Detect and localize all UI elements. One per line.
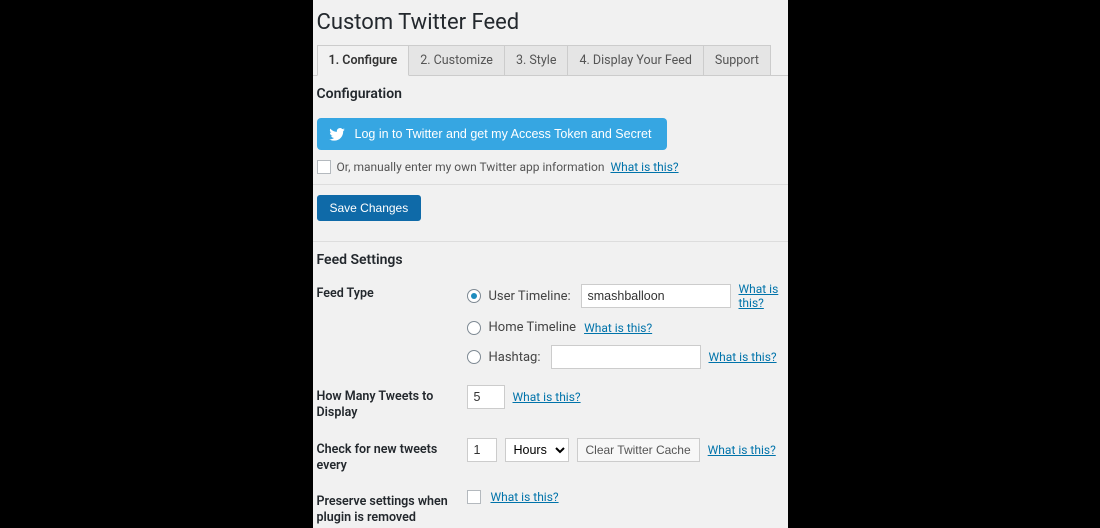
twitter-login-button[interactable]: Log in to Twitter and get my Access Toke… <box>317 118 668 150</box>
twitter-icon <box>329 128 345 141</box>
hashtag-help-link[interactable]: What is this? <box>709 350 777 364</box>
tab-display-feed[interactable]: 4. Display Your Feed <box>567 45 703 75</box>
preserve-settings-label: Preserve settings when plugin is removed <box>317 490 467 527</box>
feed-type-label: Feed Type <box>317 282 467 302</box>
preserve-settings-checkbox[interactable] <box>467 490 481 504</box>
check-interval-label: Check for new tweets every <box>317 438 467 475</box>
tab-bar: 1. Configure 2. Customize 3. Style 4. Di… <box>313 45 788 76</box>
tab-support[interactable]: Support <box>703 45 771 75</box>
check-interval-help-link[interactable]: What is this? <box>708 443 776 457</box>
twitter-login-label: Log in to Twitter and get my Access Toke… <box>355 127 652 141</box>
tab-style[interactable]: 3. Style <box>504 45 569 75</box>
tab-configure[interactable]: 1. Configure <box>317 45 410 76</box>
tab-customize[interactable]: 2. Customize <box>408 45 505 75</box>
preserve-settings-help-link[interactable]: What is this? <box>491 490 559 504</box>
configuration-heading: Configuration <box>313 76 788 108</box>
manual-entry-help-link[interactable]: What is this? <box>610 160 678 174</box>
user-timeline-help-link[interactable]: What is this? <box>739 282 788 310</box>
feed-type-user-timeline-radio[interactable] <box>467 289 481 303</box>
user-timeline-label: User Timeline: <box>489 289 573 304</box>
tweet-count-label: How Many Tweets to Display <box>317 385 467 422</box>
feed-type-home-timeline-radio[interactable] <box>467 321 481 335</box>
manual-entry-checkbox[interactable] <box>317 160 331 174</box>
check-interval-input[interactable] <box>467 438 497 462</box>
feed-type-hashtag-radio[interactable] <box>467 350 481 364</box>
check-interval-unit-select[interactable]: Hours <box>505 438 569 462</box>
home-timeline-help-link[interactable]: What is this? <box>584 321 652 335</box>
user-timeline-input[interactable] <box>581 284 731 308</box>
feed-settings-heading: Feed Settings <box>313 242 788 274</box>
manual-entry-label: Or, manually enter my own Twitter app in… <box>337 160 605 174</box>
save-changes-button[interactable]: Save Changes <box>317 195 422 221</box>
home-timeline-label: Home Timeline <box>489 320 577 335</box>
clear-cache-button[interactable]: Clear Twitter Cache <box>577 438 700 462</box>
tweet-count-help-link[interactable]: What is this? <box>513 390 581 404</box>
hashtag-label: Hashtag: <box>489 350 543 365</box>
tweet-count-input[interactable] <box>467 385 505 409</box>
page-title: Custom Twitter Feed <box>313 10 788 45</box>
hashtag-input[interactable] <box>551 345 701 369</box>
